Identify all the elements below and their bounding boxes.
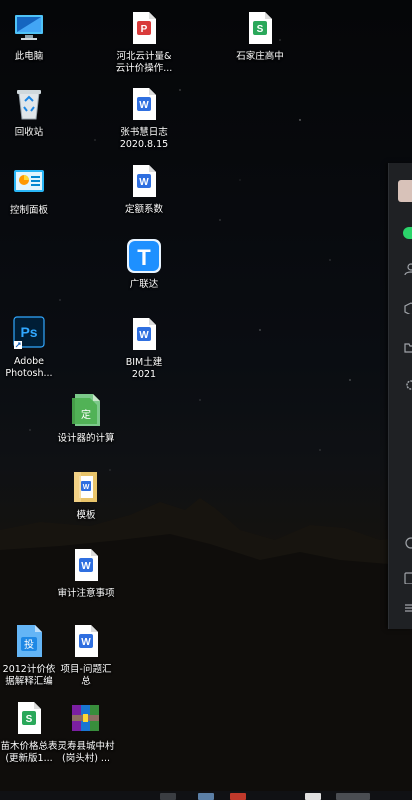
svg-text:W: W (139, 330, 149, 341)
archive-icon (68, 698, 104, 738)
icon-label: 项目-问题汇 总 (60, 664, 112, 687)
svg-text:W: W (139, 177, 149, 188)
word-doc-icon: W (68, 621, 104, 661)
svg-text:W: W (81, 637, 91, 648)
side-panel-window[interactable] (388, 163, 412, 629)
icon-label: 设计器的计算 (57, 433, 115, 444)
audit-notes-shortcut[interactable]: W 审计注意事项 (46, 545, 126, 600)
photoshop-shortcut[interactable]: Ps Adobe Photosh... (0, 313, 69, 380)
user-icon[interactable] (403, 263, 412, 275)
icon-label: 审计注意事项 (57, 588, 115, 599)
phone-icon[interactable] (403, 572, 412, 584)
investment-doc-icon: 投 (11, 621, 47, 661)
spreadsheet-doc-icon: S (11, 698, 47, 738)
word-doc-icon: W (68, 545, 104, 585)
folder-doc-icon: W (68, 467, 104, 507)
taskbar-app-icon[interactable] (305, 793, 321, 800)
svg-text:定: 定 (81, 408, 91, 421)
svg-text:W: W (83, 484, 90, 491)
taskbar-app-icon[interactable] (160, 793, 176, 800)
design-calc-shortcut[interactable]: 定 设计器的计算 (46, 390, 126, 445)
spreadsheet-file-icon: 定 (68, 390, 104, 430)
spreadsheet-doc-icon: S (242, 8, 278, 48)
hebei-cloud-shortcut[interactable]: P 河北云计量& 云计价操作... (104, 8, 184, 75)
icon-label: 河北云计量& 云计价操作... (115, 51, 173, 74)
icon-label: 定额系数 (124, 204, 163, 215)
icon-label: 回收站 (14, 127, 44, 138)
taskbar-app-icon[interactable] (336, 793, 370, 800)
icon-label: 模板 (76, 510, 96, 521)
this-pc-shortcut[interactable]: 此电脑 (0, 8, 69, 63)
word-doc-icon: W (126, 161, 162, 201)
control-panel-icon (11, 162, 47, 202)
photoshop-icon: Ps (11, 313, 47, 353)
icon-label: 灵寿县城中村 (岗头村) ... (57, 741, 115, 764)
svg-text:投: 投 (24, 638, 34, 651)
cube-icon[interactable] (403, 302, 412, 314)
quota-coef-shortcut[interactable]: W 定额系数 (104, 161, 184, 216)
pdf-doc-icon: P (126, 8, 162, 48)
icon-label: 控制面板 (9, 205, 48, 216)
template-shortcut[interactable]: W 模板 (46, 467, 126, 522)
glodon-shortcut[interactable]: T 广联达 (104, 236, 184, 291)
control-panel-shortcut[interactable]: 控制面板 (0, 162, 69, 217)
recycle-bin-icon (11, 84, 47, 124)
icon-label: Adobe Photosh... (5, 356, 53, 379)
word-doc-icon: W (126, 314, 162, 354)
svg-text:S: S (26, 714, 33, 725)
svg-text:W: W (81, 561, 91, 572)
svg-text:W: W (139, 100, 149, 111)
recycle-bin-shortcut[interactable]: 回收站 (0, 84, 69, 139)
avatar[interactable] (398, 180, 412, 202)
svg-text:P: P (141, 24, 148, 35)
svg-text:Ps: Ps (20, 324, 37, 340)
taskbar-app-icon[interactable] (198, 793, 214, 800)
svg-text:S: S (257, 24, 264, 35)
icon-label: 此电脑 (14, 51, 44, 62)
menu-icon[interactable] (403, 602, 412, 614)
icon-label: 张书慧日志 2020.8.15 (119, 127, 169, 150)
glodon-icon: T (126, 236, 162, 276)
svg-text:T: T (137, 245, 151, 270)
status-toggle[interactable] (403, 227, 412, 239)
bim-shortcut[interactable]: W BIM土建 2021 (104, 314, 184, 381)
icon-label: 广联达 (129, 279, 159, 290)
folder-icon[interactable] (403, 341, 412, 353)
icon-label: BIM土建 2021 (125, 357, 163, 380)
project-issues-shortcut[interactable]: W 项目-问题汇 总 (46, 621, 126, 688)
compass-icon[interactable] (403, 537, 412, 549)
zhang-log-shortcut[interactable]: W 张书慧日志 2020.8.15 (104, 84, 184, 151)
shijiazhuang-shortcut[interactable]: S 石家庄高中 (220, 8, 300, 63)
icon-label: 石家庄高中 (236, 51, 284, 62)
word-doc-icon: W (126, 84, 162, 124)
computer-icon (11, 8, 47, 48)
taskbar-app-icon[interactable] (230, 793, 246, 800)
lingshou-shortcut[interactable]: 灵寿县城中村 (岗头村) ... (46, 698, 126, 765)
settings-icon[interactable] (403, 379, 412, 391)
taskbar[interactable] (0, 791, 412, 800)
